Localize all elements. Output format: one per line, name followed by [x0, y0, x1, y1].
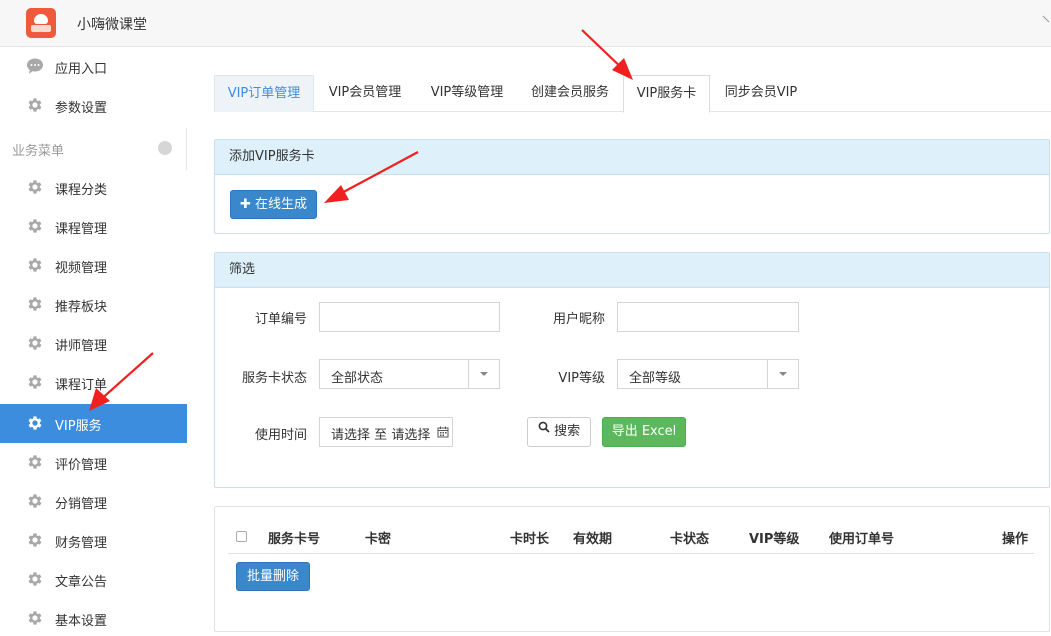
section-toggle-icon[interactable]	[158, 141, 172, 155]
column-header-card-secret: 卡密	[365, 532, 392, 547]
add-card-panel: 添加VIP服务卡 ✚ 在线生成	[214, 139, 1050, 234]
date-end: 请选择	[391, 428, 431, 443]
chevron-down-icon	[468, 360, 499, 388]
card-status-select[interactable]: 全部状态	[319, 359, 500, 389]
sidebar-item-label: VIP服务	[55, 419, 102, 434]
sidebar-item-reviews[interactable]: 评价管理	[0, 443, 187, 482]
sidebar-item-label: 讲师管理	[55, 339, 108, 354]
app-title: 小嗨微课堂	[77, 17, 147, 33]
sidebar-item-course-category[interactable]: 课程分类	[0, 168, 187, 207]
gear-icon	[26, 570, 44, 588]
sidebar-item-label: 视频管理	[55, 261, 108, 276]
order-no-input[interactable]	[319, 302, 500, 332]
sidebar-item-label: 课程订单	[55, 378, 108, 393]
sidebar-item-finance[interactable]: 财务管理	[0, 521, 187, 560]
nickname-input[interactable]	[617, 302, 799, 332]
sidebar-item-label: 参数设置	[55, 101, 108, 116]
sidebar-item-course-orders[interactable]: 课程订单	[0, 363, 187, 402]
vip-level-select[interactable]: 全部等级	[617, 359, 799, 389]
tab-vip-members[interactable]: VIP会员管理	[314, 75, 416, 112]
column-header-card-no: 服务卡号	[268, 532, 321, 547]
button-label: 搜索	[554, 424, 581, 439]
gear-icon	[26, 334, 44, 352]
column-header-duration: 卡时长	[510, 532, 550, 547]
panel-title: 筛选	[215, 253, 1049, 288]
tab-bar: VIP订单管理 VIP会员管理 VIP等级管理 创建会员服务 VIP服务卡 同步…	[214, 75, 1051, 113]
sidebar-item-app-entry[interactable]: 应用入口	[0, 47, 187, 86]
sidebar-item-label: 课程管理	[55, 222, 108, 237]
order-no-label: 订单编号	[254, 312, 307, 327]
button-label: 在线生成	[255, 197, 308, 212]
batch-delete-button[interactable]: 批量删除	[236, 562, 310, 591]
column-header-actions: 操作	[1002, 532, 1029, 547]
gear-icon	[26, 295, 44, 313]
sidebar-item-label: 分销管理	[55, 497, 108, 512]
chevron-icon[interactable]	[1041, 12, 1051, 32]
nickname-label: 用户昵称	[552, 312, 605, 327]
tab-vip-orders[interactable]: VIP订单管理	[214, 75, 314, 112]
plus-icon: ✚	[239, 197, 251, 212]
select-value: 全部状态	[331, 371, 384, 386]
sidebar-divider	[186, 128, 187, 170]
tab-vip-service-card[interactable]: VIP服务卡	[623, 75, 710, 113]
column-header-vip-level: VIP等级	[749, 532, 800, 547]
chevron-down-icon	[767, 360, 798, 388]
sidebar: 应用入口 参数设置 业务菜单 课程分类 课程管理 视频管理 推荐板块 讲师管理 …	[0, 47, 187, 636]
gear-icon	[26, 256, 44, 274]
sidebar-item-video-manage[interactable]: 视频管理	[0, 246, 187, 285]
gear-icon	[26, 217, 44, 235]
tab-vip-levels[interactable]: VIP等级管理	[416, 75, 518, 112]
tab-sync-member-vip[interactable]: 同步会员VIP	[710, 75, 812, 112]
export-excel-button[interactable]: 导出 Excel	[602, 417, 686, 447]
filter-panel: 筛选 订单编号 用户昵称 服务卡状态 全部状态 VIP等级 全部等级 使用时间 …	[214, 252, 1050, 488]
sidebar-item-course-manage[interactable]: 课程管理	[0, 207, 187, 246]
search-button[interactable]: 搜索	[527, 417, 591, 447]
gear-icon	[26, 373, 44, 391]
gear-icon	[26, 609, 44, 627]
column-header-validity: 有效期	[573, 532, 613, 547]
sidebar-item-label: 课程分类	[55, 183, 108, 198]
sidebar-section-label: 业务菜单	[12, 144, 65, 159]
table-header-divider	[228, 553, 1034, 554]
chat-bubble-icon	[26, 57, 44, 75]
sidebar-item-articles[interactable]: 文章公告	[0, 560, 187, 599]
panel-title: 添加VIP服务卡	[215, 140, 1049, 175]
sidebar-item-basic-settings[interactable]: 基本设置	[0, 599, 187, 636]
sidebar-item-label: 评价管理	[55, 458, 108, 473]
sidebar-item-lecturer[interactable]: 讲师管理	[0, 324, 187, 363]
sidebar-item-params[interactable]: 参数设置	[0, 86, 187, 125]
sidebar-item-label: 财务管理	[55, 536, 108, 551]
app-header: 小嗨微课堂	[0, 0, 1051, 47]
calendar-icon	[437, 426, 449, 442]
select-value: 全部等级	[629, 371, 682, 386]
app-logo	[26, 8, 56, 38]
column-header-card-status: 卡状态	[670, 532, 710, 547]
gear-icon	[26, 414, 44, 432]
select-all-checkbox[interactable]	[236, 531, 247, 542]
card-status-label: 服务卡状态	[241, 371, 307, 386]
date-range-picker[interactable]: 请选择 至 请选择	[319, 417, 453, 447]
date-start: 请选择	[331, 428, 371, 443]
vip-level-label: VIP等级	[558, 371, 605, 386]
sidebar-item-recommend[interactable]: 推荐板块	[0, 285, 187, 324]
sidebar-item-label: 应用入口	[55, 62, 108, 77]
sidebar-item-label: 推荐板块	[55, 300, 108, 315]
tab-create-member-service[interactable]: 创建会员服务	[518, 75, 622, 112]
gear-icon	[26, 453, 44, 471]
search-icon	[538, 416, 550, 444]
card-table-panel	[214, 506, 1050, 632]
gear-icon	[26, 178, 44, 196]
column-header-order-no: 使用订单号	[829, 532, 895, 547]
gear-icon	[26, 492, 44, 510]
sidebar-item-label: 文章公告	[55, 575, 108, 590]
generate-online-button[interactable]: ✚ 在线生成	[230, 190, 317, 219]
sidebar-item-vip-service[interactable]: VIP服务	[0, 404, 187, 443]
sidebar-item-label: 基本设置	[55, 614, 108, 629]
gear-icon	[26, 531, 44, 549]
use-time-label: 使用时间	[254, 428, 307, 443]
gear-icon	[26, 96, 44, 114]
date-separator: 至	[374, 428, 388, 443]
sidebar-item-distribution[interactable]: 分销管理	[0, 482, 187, 521]
